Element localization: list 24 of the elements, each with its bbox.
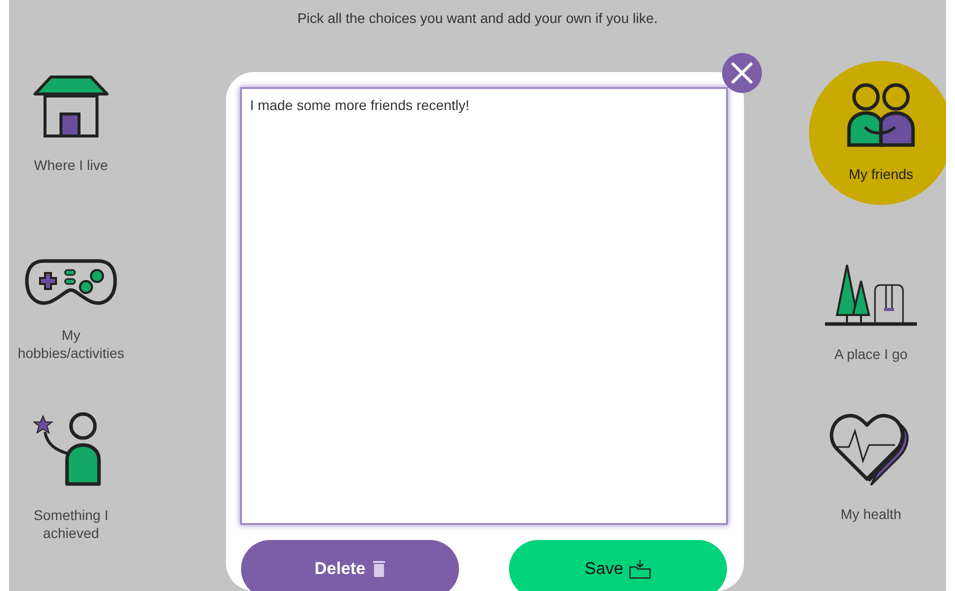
choice-item[interactable]: Where I live xyxy=(9,74,133,174)
house-icon xyxy=(33,74,109,138)
choice-item[interactable]: My health xyxy=(809,411,933,523)
choice-label: My health xyxy=(840,505,902,523)
choice-item[interactable]: Something I achieved xyxy=(9,410,133,542)
choice-label: My hobbies/activities xyxy=(18,326,124,362)
close-icon xyxy=(730,61,754,85)
delete-button[interactable]: Delete xyxy=(241,540,459,591)
save-button[interactable]: Save xyxy=(509,540,727,591)
instruction-text: Pick all the choices you want and add your own if you like. xyxy=(297,9,658,28)
folder-download-icon xyxy=(629,559,652,579)
text-area[interactable]: I made some more friends recently! xyxy=(240,87,728,525)
choice-label: Something I achieved xyxy=(34,506,108,542)
choice-item[interactable]: A place I go xyxy=(809,263,933,363)
choice-item[interactable]: My friends xyxy=(809,61,946,205)
trees-and-swing-icon xyxy=(825,263,917,327)
choice-item[interactable]: My hobbies/activities xyxy=(9,258,133,362)
choice-label: My friends xyxy=(848,165,914,183)
trash-icon xyxy=(372,560,386,578)
two-people-hugging-icon xyxy=(845,83,917,147)
choice-label: Where I live xyxy=(34,156,108,174)
close-button[interactable] xyxy=(722,53,762,93)
gamepad-icon xyxy=(24,258,118,308)
choice-label: A place I go xyxy=(834,345,908,363)
